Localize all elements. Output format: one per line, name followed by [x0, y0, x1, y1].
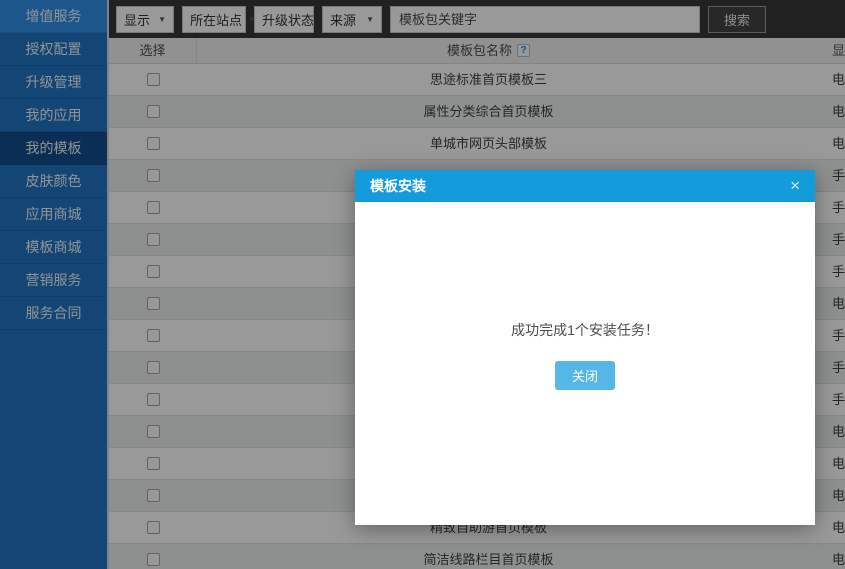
- modal-body: 成功完成1个安装任务！ 关闭: [355, 202, 815, 525]
- modal-title: 模板安装: [370, 176, 426, 196]
- modal-header: 模板安装 ×: [355, 170, 815, 202]
- app-root: 增值服务授权配置升级管理我的应用我的模板皮肤颜色应用商城模板商城营销服务服务合同…: [0, 0, 845, 569]
- modal-message: 成功完成1个安装任务！: [355, 320, 815, 340]
- modal-close-button[interactable]: 关闭: [555, 361, 615, 390]
- template-install-modal: 模板安装 × 成功完成1个安装任务！ 关闭: [355, 170, 815, 525]
- close-icon[interactable]: ×: [790, 170, 800, 202]
